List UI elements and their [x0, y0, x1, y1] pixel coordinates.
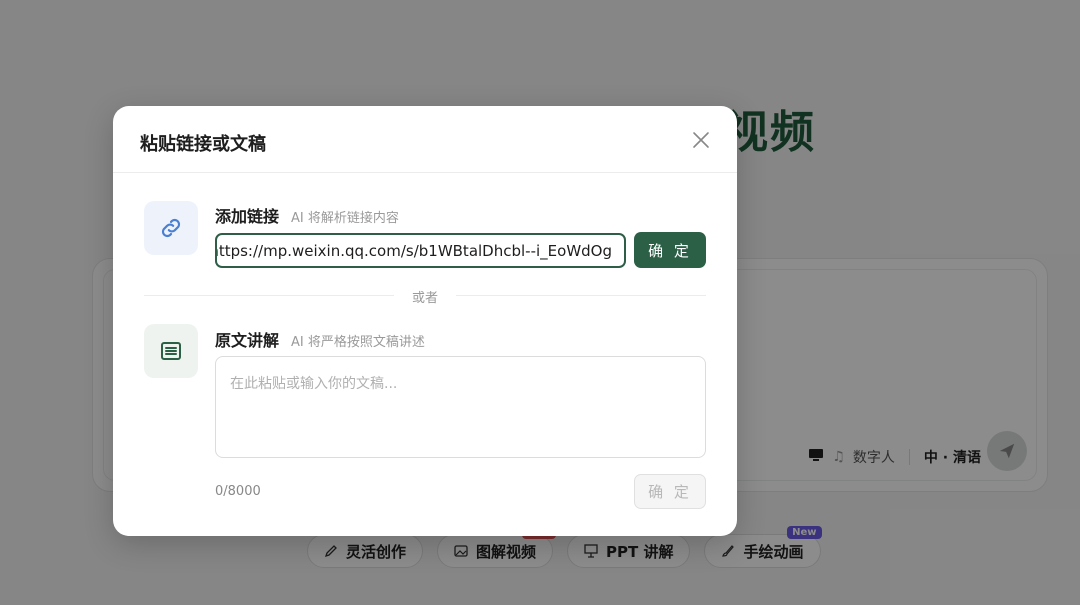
char-counter: 0/8000 [215, 484, 261, 499]
divider-line [144, 295, 394, 296]
original-text-label: 原文讲解 AI 将严格按照文稿讲述 [215, 331, 425, 350]
text-confirm-button[interactable]: 确 定 [634, 474, 706, 509]
document-icon [161, 342, 181, 360]
paste-link-modal: 粘贴链接或文稿 添加链接 AI 将解析链接内容 https://mp.weixin… [113, 106, 737, 536]
modal-title: 粘贴链接或文稿 [140, 134, 266, 155]
original-text-hint: AI 将严格按照文稿讲述 [291, 335, 425, 350]
link-icon [161, 218, 181, 238]
document-icon-box [144, 324, 198, 378]
add-link-label: 添加链接 AI 将解析链接内容 [215, 207, 399, 226]
add-link-hint: AI 将解析链接内容 [291, 211, 399, 226]
link-icon-box [144, 201, 198, 255]
link-input[interactable] [215, 233, 626, 268]
script-textarea[interactable] [215, 356, 706, 458]
close-icon [693, 132, 709, 148]
divider-line [456, 295, 706, 296]
modal-header: 粘贴链接或文稿 [113, 106, 737, 173]
or-divider: 或者 [144, 291, 706, 306]
or-text: 或者 [411, 291, 439, 306]
link-confirm-button[interactable]: 确 定 [634, 232, 706, 268]
close-button[interactable] [691, 130, 711, 150]
